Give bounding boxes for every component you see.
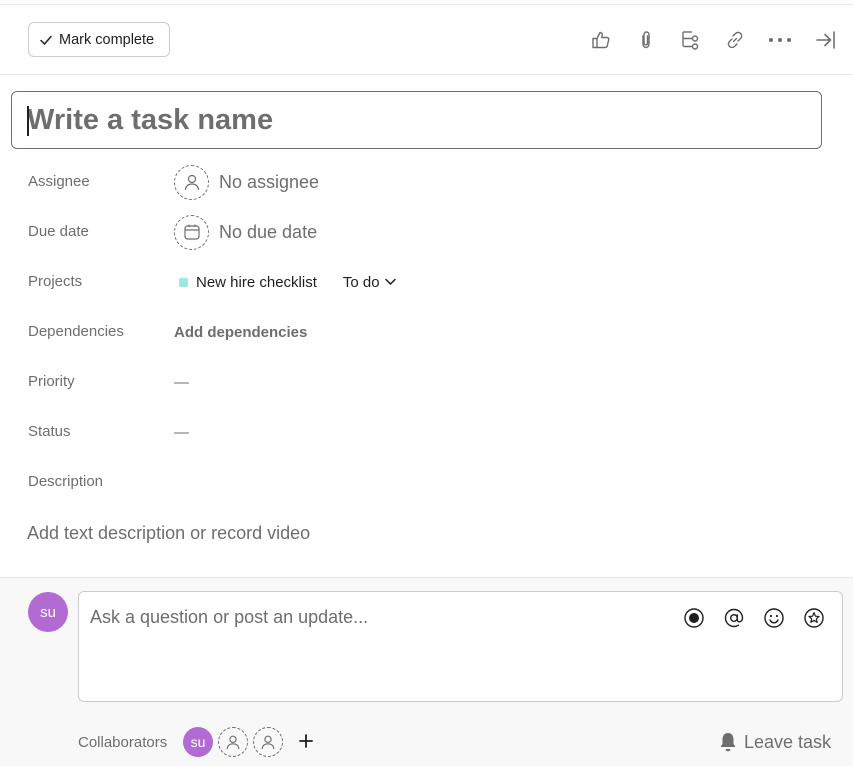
priority-label: Priority (28, 373, 75, 390)
avatar: su (28, 592, 68, 632)
project-color-swatch (179, 277, 188, 287)
project-name-link[interactable]: New hire checklist (196, 274, 317, 291)
description-row: Description (0, 462, 853, 502)
assignee-picker[interactable]: No assignee (174, 162, 319, 202)
more-icon[interactable] (767, 27, 793, 53)
description-label: Description (28, 473, 104, 490)
link-icon[interactable] (722, 27, 748, 53)
collaborators-label: Collaborators (78, 734, 168, 751)
assignee-value: No assignee (219, 171, 320, 192)
leave-task-button[interactable]: Leave task (718, 728, 831, 756)
dependencies-label: Dependencies (28, 323, 124, 340)
status-label: Status (28, 423, 71, 440)
projects-row: Projects New hire checklist To do (0, 262, 853, 302)
bell-icon (720, 733, 736, 752)
section-dropdown[interactable]: To do (343, 274, 396, 291)
due-date-row: Due date No due date (0, 212, 853, 252)
status-value: — (174, 423, 189, 441)
add-collaborator-button[interactable] (296, 731, 316, 751)
plus-icon (299, 734, 313, 748)
status-row: Status — (0, 412, 853, 452)
projects-label: Projects (28, 273, 83, 290)
mention-icon[interactable] (722, 606, 746, 630)
task-name-box (11, 91, 822, 149)
calendar-icon (174, 214, 209, 250)
record-video-icon[interactable] (682, 606, 706, 630)
priority-row: Priority — (0, 362, 853, 402)
mark-complete-button[interactable]: Mark complete (28, 22, 170, 57)
person-icon (261, 735, 275, 750)
like-icon[interactable] (588, 27, 614, 53)
assignee-row: Assignee No assignee (0, 162, 853, 202)
due-date-picker[interactable]: No due date (174, 212, 317, 252)
mark-complete-label: Mark complete (59, 31, 155, 48)
comment-footer: su Collaborators su Leave task (0, 577, 853, 766)
text-caret (27, 106, 29, 136)
comment-composer (78, 591, 843, 702)
add-collaborator-placeholder[interactable] (253, 727, 283, 757)
emoji-icon[interactable] (762, 606, 786, 630)
add-dependencies-button[interactable]: Add dependencies (174, 324, 307, 341)
dependencies-row: Dependencies Add dependencies (0, 312, 853, 352)
task-name-input[interactable] (12, 92, 821, 148)
status-field[interactable]: — (174, 412, 189, 452)
priority-field[interactable]: — (174, 362, 189, 402)
due-date-value: No due date (219, 221, 318, 242)
assignee-label: Assignee (28, 173, 90, 190)
checkmark-icon (40, 35, 52, 45)
task-toolbar: Mark complete (0, 5, 853, 75)
chevron-down-icon (384, 278, 396, 285)
attachment-icon[interactable] (633, 27, 659, 53)
description-editor[interactable]: Add text description or record video (27, 523, 310, 544)
subtask-icon[interactable] (677, 27, 703, 53)
priority-value: — (174, 373, 189, 391)
person-icon (174, 164, 209, 200)
close-panel-icon[interactable] (813, 27, 839, 53)
star-icon[interactable] (802, 606, 826, 630)
add-collaborator-placeholder[interactable] (218, 727, 248, 757)
project-entry: New hire checklist To do (174, 262, 396, 302)
section-label: To do (342, 273, 380, 291)
collaborator-avatar[interactable]: su (183, 727, 213, 757)
due-date-label: Due date (28, 223, 89, 240)
leave-task-label: Leave task (744, 731, 832, 752)
person-icon (226, 735, 240, 750)
